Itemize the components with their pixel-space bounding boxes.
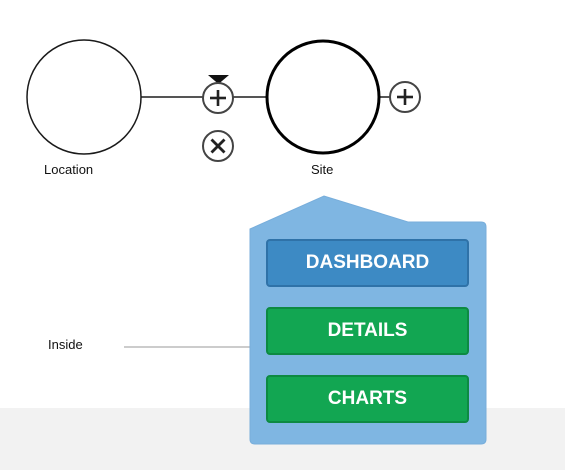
location-label: Location (44, 162, 94, 177)
site-node[interactable] (265, 39, 381, 155)
context-menu: DASHBOARD DETAILS CHARTS (248, 192, 488, 445)
connector-label: Inside (48, 337, 83, 352)
close-circle-icon[interactable] (202, 130, 234, 162)
dashboard-button[interactable]: DASHBOARD (266, 239, 469, 287)
site-label: Site (311, 162, 334, 177)
details-button[interactable]: DETAILS (266, 307, 469, 355)
location-node[interactable] (26, 39, 142, 155)
plus-circle-icon[interactable] (202, 82, 234, 114)
charts-button[interactable]: CHARTS (266, 375, 469, 423)
diagram-canvas: Location Site Inside DASHBOARD DETAILS C… (0, 0, 565, 470)
plus-circle-icon[interactable] (389, 81, 421, 113)
